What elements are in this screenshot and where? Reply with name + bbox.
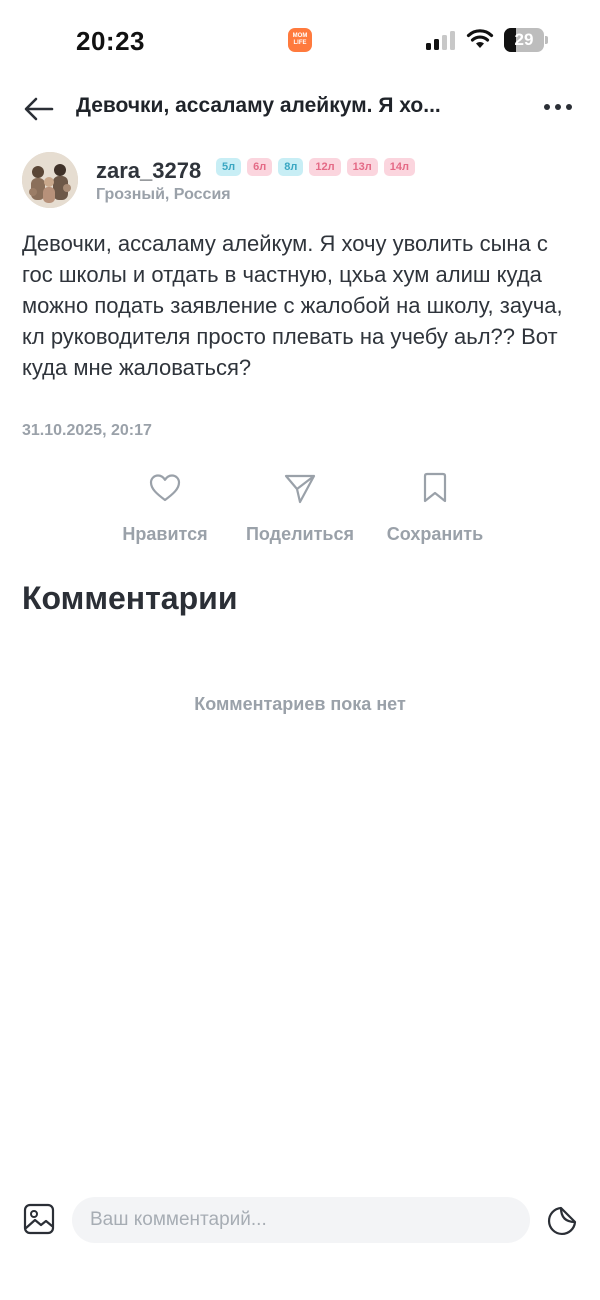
- momlife-app-icon: MOM LIFE: [288, 28, 312, 52]
- age-tag: 12л: [309, 158, 341, 176]
- age-tag: 8л: [278, 158, 304, 176]
- age-tag: 6л: [247, 158, 273, 176]
- avatar-family-illustration: [22, 152, 78, 208]
- share-label: Поделиться: [245, 524, 355, 544]
- comments-title: Комментарии: [22, 580, 238, 616]
- heart-icon: [149, 474, 181, 502]
- image-icon[interactable]: [22, 1202, 56, 1236]
- status-time: 20:23: [76, 26, 145, 56]
- no-comments-text: Комментариев пока нет: [194, 694, 406, 714]
- header-title: Девочки, ассаламу алейкум. Я хо...: [76, 94, 441, 117]
- battery-icon: 29: [504, 28, 548, 52]
- save-button[interactable]: Сохранить: [370, 470, 500, 545]
- wifi-icon: [466, 29, 494, 48]
- cellular-signal-icon: [426, 30, 458, 50]
- app-badge-line2: LIFE: [293, 40, 307, 46]
- like-button[interactable]: Нравится: [100, 470, 230, 545]
- post-text: Девочки, ассаламу алейкум. Я хочу уволит…: [22, 231, 563, 380]
- age-tag: 5л: [216, 158, 242, 176]
- post-header: Девочки, ассаламу алейкум. Я хо...: [0, 80, 600, 136]
- send-icon: [284, 474, 316, 504]
- avatar[interactable]: [22, 152, 78, 208]
- like-label: Нравится: [122, 524, 208, 544]
- share-button[interactable]: Поделиться: [235, 470, 365, 545]
- status-bar: 20:23 MOM LIFE 29: [0, 0, 600, 80]
- bookmark-icon: [423, 472, 447, 503]
- age-tag: 14л: [383, 158, 416, 176]
- app-badge-line1: MOM: [292, 33, 308, 39]
- post-date: 31.10.2025, 20:17: [22, 422, 152, 439]
- author-name[interactable]: zara_3278: [96, 158, 201, 184]
- back-arrow-icon[interactable]: [22, 92, 56, 126]
- age-tag: 13л: [346, 158, 378, 176]
- battery-level: 29: [514, 30, 534, 49]
- more-horizontal-icon[interactable]: [540, 102, 576, 112]
- sticker-icon[interactable]: [544, 1203, 580, 1239]
- save-label: Сохранить: [386, 524, 484, 544]
- post-actions: Нравится Поделиться Сохранить: [0, 470, 600, 560]
- comment-input[interactable]: [72, 1197, 530, 1243]
- child-age-tags: 5л 6л 8л 12л 13л 14л: [216, 158, 416, 176]
- author-location: Грозный, Россия: [96, 186, 231, 203]
